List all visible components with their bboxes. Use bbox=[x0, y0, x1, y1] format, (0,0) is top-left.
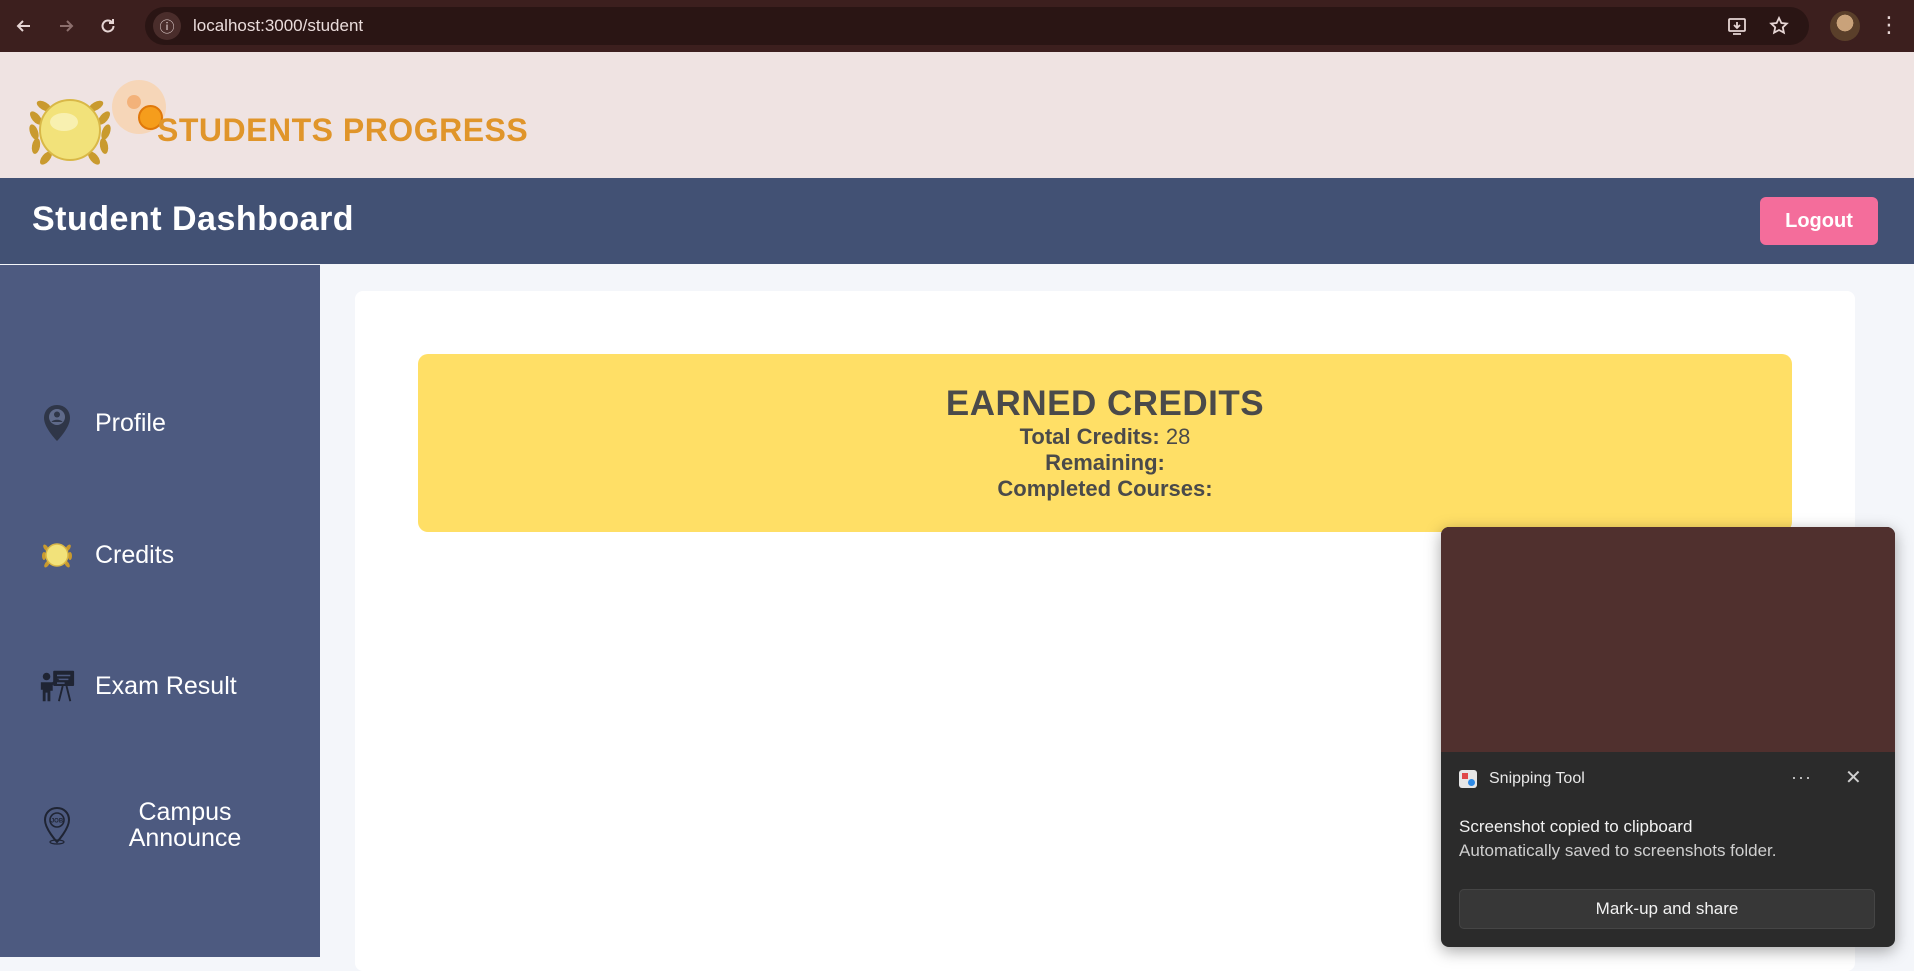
brand-dot-small bbox=[127, 95, 141, 109]
remaining-label: Remaining: bbox=[1045, 450, 1165, 475]
logout-button[interactable]: Logout bbox=[1760, 197, 1878, 245]
address-bar[interactable]: ⓘ localhost:3000/student bbox=[145, 7, 1809, 45]
sidebar-item-exam-result[interactable]: Exam Result bbox=[0, 646, 320, 726]
toast-app-name: Snipping Tool bbox=[1489, 770, 1585, 787]
laurel-medal-icon bbox=[38, 535, 76, 575]
profile-pin-icon bbox=[38, 403, 76, 443]
job-location-icon: JOB bbox=[38, 805, 76, 845]
forward-button[interactable] bbox=[46, 6, 86, 46]
toast-message: Screenshot copied to clipboard bbox=[1459, 817, 1693, 836]
url-text[interactable]: localhost:3000/student bbox=[193, 16, 363, 36]
total-credits-label: Total Credits: bbox=[1019, 424, 1160, 449]
earned-credits-card: EARNED CREDITS Total Credits: 28 Remaini… bbox=[418, 354, 1792, 532]
sidebar-item-profile[interactable]: Profile bbox=[0, 383, 320, 463]
snipping-tool-icon bbox=[1459, 770, 1477, 788]
snipping-tool-notification[interactable]: Snipping Tool ··· ✕ Screenshot copied to… bbox=[1441, 527, 1895, 947]
sidebar-item-campus-announce[interactable]: JOB Campus Announce bbox=[0, 785, 320, 865]
laurel-logo-icon bbox=[29, 99, 111, 165]
sidebar-item-label: Campus Announce bbox=[95, 799, 275, 851]
markup-and-share-button[interactable]: Mark-up and share bbox=[1459, 889, 1875, 929]
sidebar-item-label-line2: Announce bbox=[128, 824, 242, 852]
reload-icon bbox=[101, 19, 115, 33]
sidebar-item-label: Exam Result bbox=[95, 671, 237, 700]
total-credits-row: Total Credits: 28 bbox=[418, 424, 1792, 450]
screenshot-preview[interactable] bbox=[1441, 527, 1895, 752]
reload-button[interactable] bbox=[88, 6, 128, 46]
site-header: STUDENTS PROGRESS bbox=[0, 52, 1914, 178]
sidebar-item-label: Credits bbox=[95, 540, 175, 569]
dashboard-bar: Student Dashboard Logout bbox=[0, 178, 1914, 264]
teacher-board-icon bbox=[38, 666, 76, 706]
install-app-icon[interactable] bbox=[1727, 16, 1747, 36]
sidebar: Profile Credits Exam Result JOB Campus A… bbox=[0, 265, 320, 957]
credits-title: EARNED CREDITS bbox=[945, 384, 1265, 423]
completed-courses-label: Completed Courses: bbox=[997, 476, 1213, 501]
page-title: Student Dashboard bbox=[32, 200, 355, 238]
remaining-row: Remaining: bbox=[418, 450, 1792, 476]
profile-avatar[interactable] bbox=[1830, 11, 1860, 41]
browser-toolbar: ⓘ localhost:3000/student ⋮ bbox=[0, 0, 1914, 52]
arrow-right-icon bbox=[60, 20, 74, 32]
total-credits-value: 28 bbox=[1165, 424, 1191, 449]
arrow-left-icon bbox=[16, 20, 30, 32]
sidebar-item-label-line1: Campus bbox=[138, 798, 232, 826]
sidebar-item-label: Profile bbox=[95, 408, 166, 437]
close-icon[interactable]: ✕ bbox=[1845, 765, 1862, 790]
browser-menu-icon[interactable]: ⋮ bbox=[1878, 12, 1900, 38]
svg-text:JOB: JOB bbox=[51, 819, 64, 825]
toast-sub-message: Automatically saved to screenshots folde… bbox=[1459, 841, 1777, 860]
brand-title: STUDENTS PROGRESS bbox=[157, 112, 529, 148]
site-info-icon[interactable]: ⓘ bbox=[153, 12, 181, 40]
toast-header: Snipping Tool bbox=[1459, 767, 1879, 791]
sidebar-item-credits[interactable]: Credits bbox=[0, 515, 320, 595]
back-button[interactable] bbox=[4, 6, 44, 46]
more-options-icon[interactable]: ··· bbox=[1791, 767, 1812, 788]
bookmark-star-icon[interactable] bbox=[1769, 16, 1789, 36]
completed-courses-row: Completed Courses: bbox=[418, 476, 1792, 502]
